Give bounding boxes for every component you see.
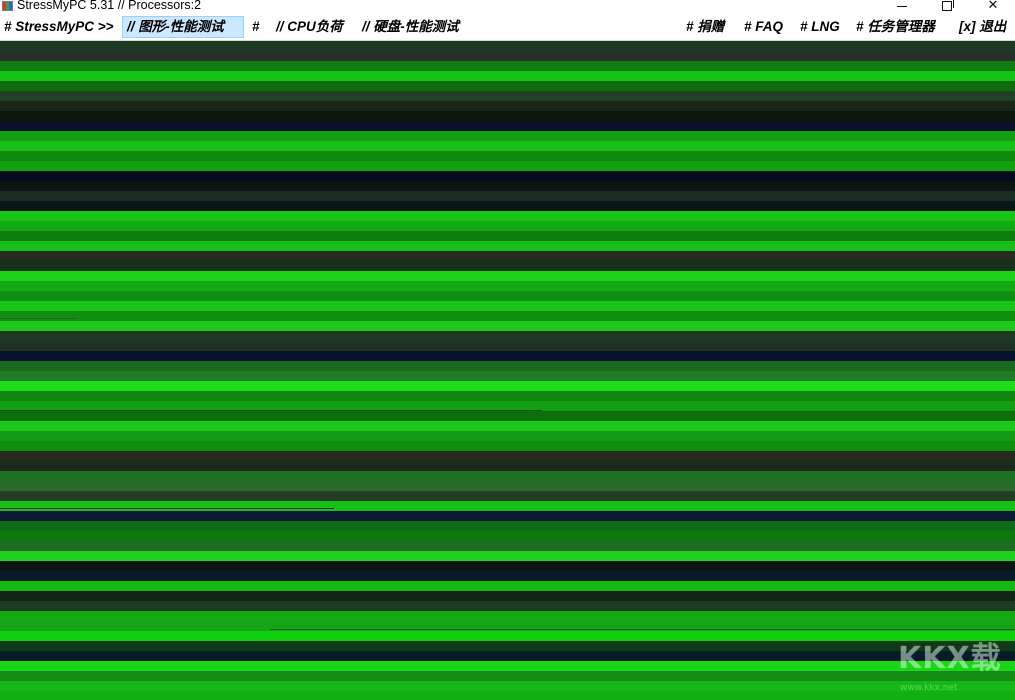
render-stripe (0, 151, 1015, 161)
render-stripe (0, 211, 1015, 221)
maximize-icon (942, 0, 954, 11)
render-stripe (0, 391, 1015, 401)
minimize-button[interactable] (879, 0, 925, 14)
render-stripe (0, 251, 1015, 261)
render-stripe (0, 671, 1015, 681)
render-stripe (0, 181, 1015, 191)
menu-bar: # StressMyPC >> // 图形-性能测试 # // CPU负荷 //… (0, 15, 1015, 41)
render-stripe (0, 681, 1015, 691)
render-stripe (0, 481, 1015, 491)
render-stripe (0, 321, 1015, 331)
render-stripe (0, 311, 1015, 321)
menu-hash[interactable]: # (248, 16, 264, 38)
render-stripe (0, 661, 1015, 671)
menu-language[interactable]: # LNG (796, 16, 844, 38)
render-stripe (0, 431, 1015, 441)
render-stripe (0, 371, 1015, 381)
render-stripe (0, 411, 1015, 421)
render-stripe (0, 471, 1015, 481)
render-stripe (0, 281, 1015, 291)
title-bar[interactable]: StressMyPC 5.31 // Processors:2 ✕ (0, 0, 1015, 14)
render-stripe (0, 581, 1015, 591)
render-stripe (0, 221, 1015, 231)
render-stripe (0, 541, 1015, 551)
glitch-line (270, 629, 1015, 630)
render-stripe (0, 591, 1015, 601)
watermark-url: www.kkx.net (900, 683, 958, 693)
render-stripe (0, 261, 1015, 271)
render-stripe (0, 501, 1015, 511)
render-stripe (0, 521, 1015, 531)
render-stripe (0, 121, 1015, 131)
close-button[interactable]: ✕ (970, 0, 1015, 14)
render-stripe (0, 141, 1015, 151)
render-stripe (0, 41, 1015, 51)
glitch-line (0, 508, 334, 509)
menu-cpu-load[interactable]: // CPU负荷 (272, 16, 347, 38)
render-stripe (0, 301, 1015, 311)
render-stripe (0, 101, 1015, 111)
render-stripe (0, 81, 1015, 91)
glitch-line (0, 410, 542, 411)
render-stripe (0, 531, 1015, 541)
menu-graphics-test[interactable]: // 图形-性能测试 (122, 16, 244, 38)
render-stripe (0, 601, 1015, 611)
render-stripe (0, 511, 1015, 521)
render-stripe (0, 651, 1015, 661)
render-stripe (0, 201, 1015, 211)
render-stripe (0, 111, 1015, 121)
render-stripe (0, 291, 1015, 301)
render-stripe (0, 191, 1015, 201)
render-stripe (0, 241, 1015, 251)
render-stripe (0, 271, 1015, 281)
render-stripe (0, 571, 1015, 581)
minimize-icon (897, 5, 907, 7)
menu-faq[interactable]: # FAQ (740, 16, 787, 38)
maximize-button[interactable] (924, 0, 970, 14)
render-stripe (0, 631, 1015, 641)
render-stripe (0, 331, 1015, 341)
render-stripe (0, 51, 1015, 61)
app-icon (2, 1, 13, 11)
render-stripe (0, 361, 1015, 371)
render-stripe (0, 351, 1015, 361)
render-stripe (0, 551, 1015, 561)
render-stripe (0, 131, 1015, 141)
graphics-stress-render-area (0, 41, 1015, 700)
render-stripe (0, 91, 1015, 101)
render-stripe (0, 461, 1015, 471)
render-stripe (0, 231, 1015, 241)
render-stripe (0, 161, 1015, 171)
glitch-line (0, 318, 76, 319)
render-stripe (0, 61, 1015, 71)
menu-donate[interactable]: # 捐赠 (682, 16, 728, 38)
menu-exit[interactable]: [x] 退出 (955, 16, 1010, 38)
menu-task-manager[interactable]: # 任务管理器 (852, 16, 939, 38)
render-stripe (0, 441, 1015, 451)
render-stripe (0, 421, 1015, 431)
render-stripe (0, 341, 1015, 351)
render-stripe (0, 611, 1015, 621)
render-stripe (0, 71, 1015, 81)
render-stripe (0, 451, 1015, 461)
render-stripe (0, 691, 1015, 700)
stressmypc-window: StressMyPC 5.31 // Processors:2 ✕ # Stre… (0, 0, 1015, 700)
render-stripe (0, 171, 1015, 181)
menu-disk-test[interactable]: // 硬盘-性能测试 (358, 16, 463, 38)
render-stripe (0, 491, 1015, 501)
render-stripe (0, 641, 1015, 651)
render-stripe (0, 381, 1015, 391)
window-title: StressMyPC 5.31 // Processors:2 (17, 0, 202, 12)
close-icon: ✕ (987, 0, 999, 13)
menu-stressmypc[interactable]: # StressMyPC >> (0, 16, 120, 38)
render-stripe (0, 561, 1015, 571)
